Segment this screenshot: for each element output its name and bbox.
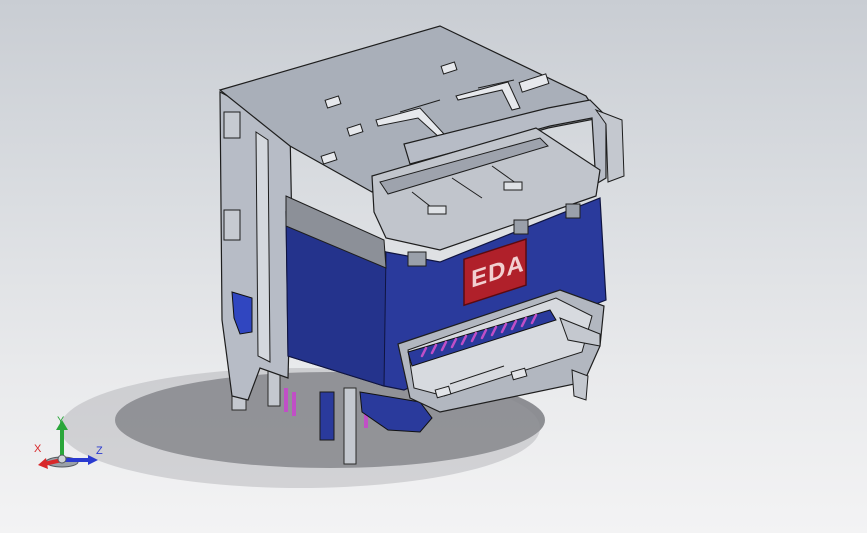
3d-viewport[interactable]: EDA Y X Z <box>0 0 867 533</box>
triad-y-label: Y <box>57 415 65 427</box>
shell-left-latch-2 <box>223 209 241 241</box>
triad-z-label: Z <box>96 445 103 457</box>
triad-origin-icon <box>57 454 67 464</box>
triad-x-arrow-icon <box>38 458 48 469</box>
connector-model[interactable] <box>0 0 867 533</box>
triad-x-label: X <box>34 443 42 455</box>
shell-left-latch-1 <box>223 111 241 139</box>
shell-left-slot <box>255 131 271 363</box>
